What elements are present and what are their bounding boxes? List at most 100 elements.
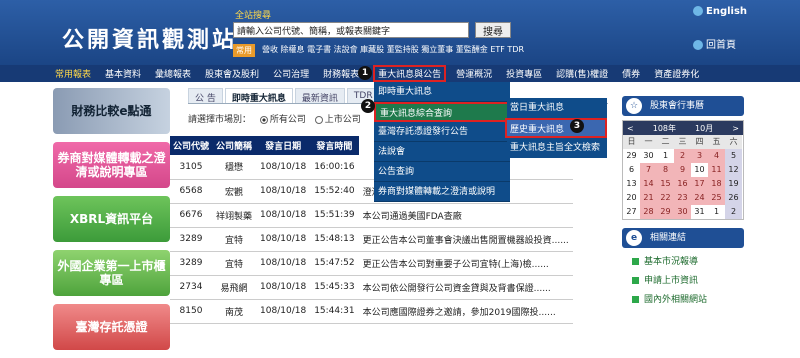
- table-row[interactable]: 2734 易飛網 108/10/18 15:45:33 本公司依公開發行公司資金貸與及背…: [170, 275, 573, 300]
- calendar-day[interactable]: 18: [708, 177, 725, 191]
- calendar-title: ☆ 股東會行事曆: [622, 96, 744, 116]
- calendar-day[interactable]: 21: [640, 191, 657, 205]
- cell-date: 108/10/18: [256, 179, 311, 204]
- calendar-day[interactable]: 24: [691, 191, 708, 205]
- nav-warrants[interactable]: 認購(售)權證: [556, 67, 608, 80]
- calendar-day[interactable]: 3: [691, 149, 708, 163]
- calendar-day[interactable]: 31: [691, 205, 708, 219]
- nav-basic-info[interactable]: 基本資料: [105, 67, 141, 80]
- cell-subject[interactable]: 本公司應國際證券之邀請，參加2019國際投......: [358, 299, 573, 324]
- tab-realtime-major[interactable]: 即時重大訊息: [224, 88, 293, 104]
- calendar-day[interactable]: 5: [725, 149, 742, 163]
- calendar-week: 20 21 22 23 24 25 26: [623, 191, 743, 205]
- calendar-day[interactable]: 15: [657, 177, 674, 191]
- nav-investment[interactable]: 投資專區: [506, 67, 542, 80]
- weekday: 五: [708, 135, 725, 149]
- banner-foreign-listing[interactable]: 外國企業第一上市櫃專區: [53, 250, 170, 296]
- calendar-day[interactable]: 7: [640, 163, 657, 177]
- search-button[interactable]: 搜尋: [475, 22, 511, 38]
- menu-realtime-major[interactable]: 即時重大訊息: [374, 82, 510, 102]
- related-link-listing-info[interactable]: 申請上市資訊: [632, 273, 744, 286]
- calendar-day[interactable]: 1: [657, 149, 674, 163]
- calendar-day[interactable]: 11: [708, 163, 725, 177]
- calendar-day[interactable]: 9: [674, 163, 691, 177]
- calendar-day[interactable]: 8: [657, 163, 674, 177]
- table-row[interactable]: 3105 穩懋 108/10/18 16:00:16: [170, 155, 573, 180]
- calendar-day[interactable]: 10: [691, 163, 708, 177]
- nav-financial-reports[interactable]: 財務報表: [323, 67, 359, 80]
- calendar-day[interactable]: 13: [623, 177, 640, 191]
- nav-major-announcements[interactable]: 重大訊息與公告: [373, 65, 447, 82]
- calendar-day[interactable]: 4: [708, 149, 725, 163]
- cell-subject[interactable]: 本公司通過美國FDA查廠: [358, 203, 573, 228]
- tab-announcements[interactable]: 公 告: [188, 88, 223, 104]
- radio-all[interactable]: [259, 115, 268, 124]
- calendar-day[interactable]: 22: [657, 191, 674, 205]
- menu-major-composite-query[interactable]: 重大訊息綜合查詢: [374, 102, 510, 122]
- bullet-icon: [632, 296, 639, 303]
- calendar-day[interactable]: 2: [725, 205, 742, 219]
- calendar-day[interactable]: 16: [674, 177, 691, 191]
- banner-xbrl[interactable]: XBRL資訊平台: [53, 196, 170, 242]
- bullet-icon: [632, 277, 639, 284]
- next-month-icon[interactable]: >: [732, 124, 739, 133]
- tab-latest[interactable]: 最新資訊: [294, 88, 345, 104]
- table-row[interactable]: 6568宏觀108/10/1815:52:40澄清媒體報導: [170, 179, 573, 204]
- home-link[interactable]: 回首頁: [693, 36, 736, 51]
- cell-name: 穩懋: [212, 155, 257, 180]
- prev-month-icon[interactable]: <: [627, 124, 634, 133]
- related-link-market-report[interactable]: 基本市況報導: [632, 254, 744, 267]
- menu-history-major[interactable]: 歷史重大訊息: [505, 118, 607, 138]
- nav-shareholder-meetings[interactable]: 股東會及股利: [205, 67, 259, 80]
- banner-tdr[interactable]: 臺灣存託憑證: [53, 304, 170, 350]
- calendar-day[interactable]: 30: [674, 205, 691, 219]
- menu-broker-clarification[interactable]: 券商對媒體轉載之澄清或說明: [374, 182, 510, 202]
- nav-bonds[interactable]: 債券: [622, 67, 640, 80]
- calendar-day[interactable]: 26: [725, 191, 742, 205]
- nav-summary-reports[interactable]: 彙總報表: [155, 67, 191, 80]
- calendar-day[interactable]: 6: [623, 163, 640, 177]
- calendar-day[interactable]: 25: [708, 191, 725, 205]
- menu-announcement-query[interactable]: 公告查詢: [374, 162, 510, 182]
- menu-today-major[interactable]: 當日重大訊息: [507, 98, 607, 118]
- cell-time: 15:52:40: [310, 179, 359, 204]
- menu-investor-conference[interactable]: 法說會: [374, 142, 510, 162]
- calendar-day[interactable]: 28: [640, 205, 657, 219]
- radio-listed[interactable]: [314, 115, 323, 124]
- cell-subject[interactable]: 更正公告本公司對重要子公司宜特(上海)檢......: [358, 251, 573, 276]
- cell-subject[interactable]: 本公司依公開發行公司資金貸與及背書保證......: [358, 275, 573, 300]
- nav-securitization[interactable]: 資產證券化: [654, 67, 699, 80]
- calendar-day[interactable]: 20: [623, 191, 640, 205]
- nav-operations[interactable]: 營運概況: [456, 67, 492, 80]
- menu-tdr-issuance[interactable]: 臺灣存託憑證發行公告: [374, 122, 510, 142]
- nav-governance[interactable]: 公司治理: [273, 67, 309, 80]
- calendar-day[interactable]: 30: [640, 149, 657, 163]
- calendar-day[interactable]: 17: [691, 177, 708, 191]
- calendar-day[interactable]: 1: [708, 205, 725, 219]
- common-links[interactable]: 營收 除權息 電子書 法說會 庫藏股 董監持股 獨立董事 董監酬金 ETF TD…: [262, 44, 524, 55]
- calendar-day[interactable]: 27: [623, 205, 640, 219]
- calendar-month[interactable]: 10月: [695, 123, 713, 134]
- table-row[interactable]: 6676 祥翊製藥 108/10/18 15:51:39 本公司通過美國FDA查廠: [170, 203, 573, 228]
- table-row[interactable]: 3289 宜特 108/10/18 15:47:52 更正公告本公司對重要子公司宜特(上…: [170, 251, 573, 276]
- calendar-day[interactable]: 14: [640, 177, 657, 191]
- calendar-year[interactable]: 108年: [653, 123, 676, 134]
- calendar-day[interactable]: 19: [725, 177, 742, 191]
- nav-common-reports[interactable]: 常用報表: [55, 67, 91, 80]
- cell-subject[interactable]: 更正公告本公司董事會決議出售閒置機器設投資......: [358, 227, 573, 252]
- table-row[interactable]: 8150 南茂 108/10/18 15:44:31 本公司應國際證券之邀請，參加201…: [170, 299, 573, 324]
- search-input[interactable]: [233, 22, 469, 38]
- calendar-day[interactable]: 23: [674, 191, 691, 205]
- menu-fulltext-search[interactable]: 重大訊息主旨全文檢索: [507, 138, 607, 158]
- related-link-websites[interactable]: 國內外相關網站: [632, 292, 744, 305]
- calendar-day[interactable]: 29: [657, 205, 674, 219]
- english-link[interactable]: English: [693, 6, 747, 17]
- banner-financial-compare[interactable]: 財務比較e點通: [53, 88, 170, 134]
- banner-broker-clarification[interactable]: 券商對媒體轉載之澄清或說明專區: [53, 142, 170, 188]
- site-logo[interactable]: 公開資訊觀測站: [62, 22, 237, 54]
- calendar-day[interactable]: 12: [725, 163, 742, 177]
- calendar-day[interactable]: 29: [623, 149, 640, 163]
- table-row[interactable]: 3289 宜特 108/10/18 15:48:13 更正公告本公司董事會決議出售閒置機…: [170, 227, 573, 252]
- calendar-day[interactable]: 2: [674, 149, 691, 163]
- cell-code: 3105: [170, 155, 213, 180]
